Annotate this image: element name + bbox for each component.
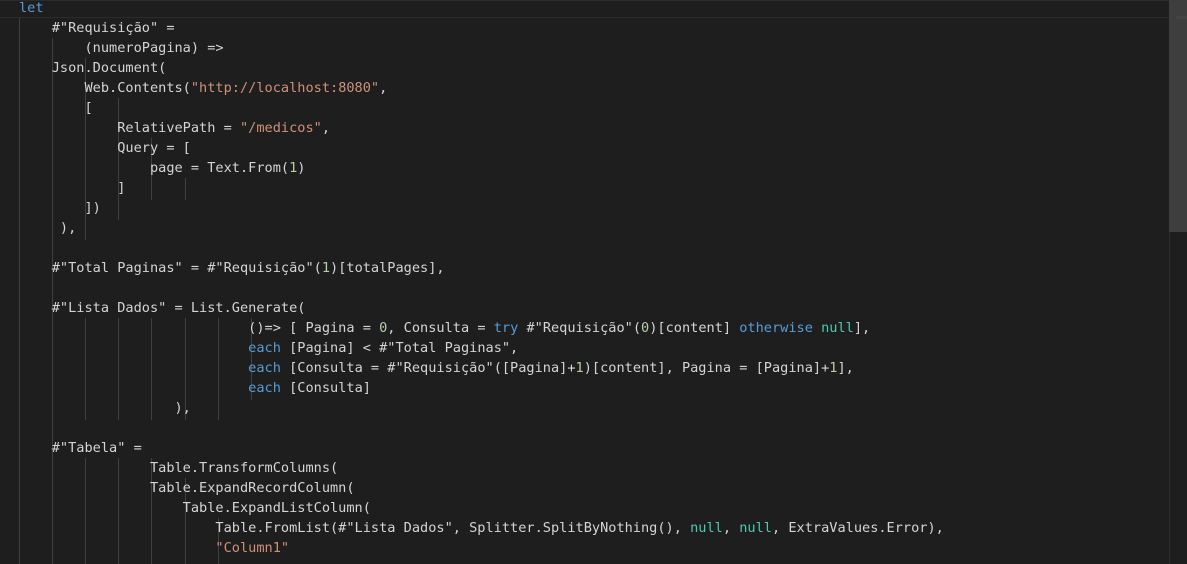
code-line: #"Lista Dados" = List.Generate( [19, 298, 1169, 318]
code-token: 0 [641, 320, 650, 336]
code-token: #"Tabela" = [19, 440, 142, 456]
code-line: RelativePath = "/medicos", [19, 118, 1169, 138]
code-token: Table.ExpandRecordColumn( [19, 480, 355, 496]
code-line: "Column1" [19, 538, 1169, 558]
code-line: ), [19, 398, 1169, 418]
code-token: let [19, 0, 44, 16]
code-line: Query = [ [19, 138, 1169, 158]
code-token: "Column1" [215, 540, 290, 556]
code-token: #"Lista Dados" = List.Generate( [19, 300, 306, 316]
code-line: ]) [19, 198, 1169, 218]
code-line: #"Total Paginas" = #"Requisição"(1)[tota… [19, 258, 1169, 278]
code-line: Table.FromList(#"Lista Dados", Splitter.… [19, 518, 1169, 538]
code-token: try [493, 320, 519, 336]
code-line: ()=> [ Pagina = 0 , Consulta = try #"Requ… [19, 318, 1169, 338]
code-token: 1 [575, 360, 584, 376]
code-line: Table.TransformColumns( [19, 458, 1169, 478]
code-token: ()=> [ Pagina = [19, 320, 380, 336]
code-token: , ExtraValues.Error), [771, 520, 944, 536]
code-token: "/medicos" [239, 120, 322, 136]
code-token: Json.Document( [19, 60, 167, 76]
code-line: (numeroPagina) => [19, 38, 1169, 58]
code-token: each [248, 360, 281, 376]
code-line: ] [19, 178, 1169, 198]
code-line: #"Requisição" = [19, 18, 1169, 38]
code-token: ], [837, 360, 854, 376]
code-token: [ [19, 100, 93, 116]
code-token: null [821, 320, 854, 336]
code-token: #"Requisição"( [518, 320, 642, 336]
code-token: Web.Contents( [19, 80, 191, 96]
code-token: [Consulta] [280, 380, 371, 396]
code-token: "http://localhost:8080" [190, 80, 380, 96]
code-token: ]) [19, 200, 101, 216]
code-token: Table.FromList(#"Lista Dados", Splitter.… [19, 520, 691, 536]
code-token: , [722, 520, 740, 536]
code-token: Query = [ [19, 140, 191, 156]
code-editor[interactable]: let #"Requisição" = (numeroPagina) => Js… [0, 0, 1169, 564]
code-line: Table.ExpandRecordColumn( [19, 478, 1169, 498]
code-token: ] [19, 180, 126, 196]
code-token: page = Text.From( [19, 160, 290, 176]
code-line: Table.ExpandListColumn( [19, 498, 1169, 518]
code-token: #"Requisição" = [19, 20, 175, 36]
code-token: null [690, 520, 723, 536]
code-token: null [739, 520, 772, 536]
code-token: each [248, 340, 281, 356]
code-token: 1 [321, 260, 331, 276]
code-token: (numeroPagina) => [19, 40, 224, 56]
code-token: )[totalPages], [330, 260, 445, 276]
code-line: [ [19, 98, 1169, 118]
code-token: #"Total Paginas" = #"Requisição"( [19, 260, 322, 276]
code-line: let [19, 0, 1169, 18]
code-token: otherwise [739, 320, 813, 336]
code-token: )[content], Pagina = [Pagina]+ [583, 360, 830, 376]
code-line: ), [19, 218, 1169, 238]
code-token: ], [853, 320, 871, 336]
code-token: ) [297, 160, 306, 176]
code-token: , [379, 80, 388, 96]
code-token: ), [19, 400, 191, 416]
code-token: [Consulta = #"Requisição"([Pagina]+ [280, 360, 576, 376]
code-line: page = Text.From(1) [19, 158, 1169, 178]
code-line: each [Consulta = #"Requisição"([Pagina]+… [19, 358, 1169, 378]
code-token: , Consulta = [387, 320, 494, 336]
code-token: each [248, 380, 281, 396]
code-token: RelativePath = [19, 120, 240, 136]
overview-ruler-cursor-mark [1176, 16, 1187, 19]
scrollbar-thumb[interactable] [1169, 0, 1187, 232]
code-token: [Pagina] < #"Total Paginas", [280, 340, 519, 356]
code-token: Table.TransformColumns( [19, 460, 339, 476]
code-token: )[content] [649, 320, 740, 336]
code-line: #"Tabela" = [19, 438, 1169, 458]
code-token: Table.ExpandListColumn( [19, 500, 371, 516]
code-line: each [Pagina] < #"Total Paginas", [19, 338, 1169, 358]
code-line: Web.Contents("http://localhost:8080", [19, 78, 1169, 98]
code-line: Json.Document( [19, 58, 1169, 78]
code-line: each [Consulta] [19, 378, 1169, 398]
code-token: , [321, 120, 331, 136]
code-token: ), [19, 220, 77, 236]
